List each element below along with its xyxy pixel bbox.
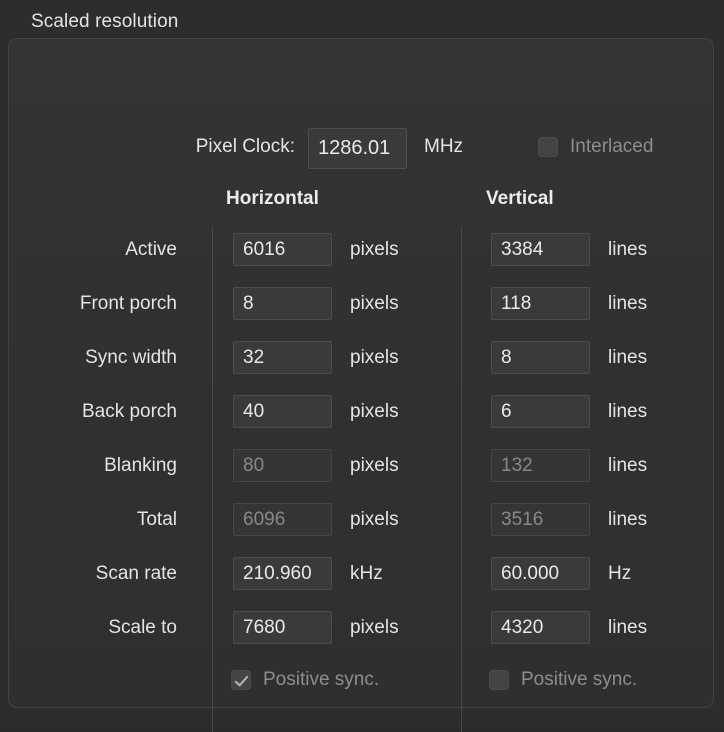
vertical-unit-label: lines bbox=[608, 293, 648, 314]
interlaced-checkbox-row[interactable]: Interlaced bbox=[538, 136, 653, 158]
interlaced-checkbox[interactable] bbox=[538, 137, 558, 157]
horizontal-value-input[interactable]: 210.960 bbox=[233, 557, 332, 590]
interlaced-label: Interlaced bbox=[570, 136, 654, 157]
horizontal-unit-label: pixels bbox=[350, 617, 399, 638]
horizontal-value-input[interactable]: 8 bbox=[233, 287, 332, 320]
horizontal-value-input[interactable]: 40 bbox=[233, 395, 332, 428]
vertical-unit-label: lines bbox=[608, 347, 648, 368]
vertical-unit-label: lines bbox=[608, 401, 648, 422]
vertical-value-input[interactable]: 60.000 bbox=[491, 557, 590, 590]
vertical-positive-sync-label: Positive sync. bbox=[521, 669, 638, 690]
horizontal-positive-sync-checkbox[interactable] bbox=[231, 670, 251, 690]
row-label: Active bbox=[125, 239, 177, 260]
horizontal-unit-label: pixels bbox=[350, 455, 399, 476]
vertical-value-input[interactable]: 3384 bbox=[491, 233, 590, 266]
row-label: Total bbox=[136, 509, 177, 530]
column-header-horizontal: Horizontal bbox=[226, 188, 319, 209]
horizontal-value-input[interactable]: 32 bbox=[233, 341, 332, 374]
vertical-value-input[interactable]: 8 bbox=[491, 341, 590, 374]
vertical-value-input[interactable]: 6 bbox=[491, 395, 590, 428]
vertical-unit-label: Hz bbox=[608, 563, 632, 584]
vertical-unit-label: lines bbox=[608, 455, 648, 476]
vertical-positive-sync-row[interactable]: Positive sync. bbox=[489, 669, 637, 691]
horizontal-positive-sync-row[interactable]: Positive sync. bbox=[231, 669, 379, 691]
horizontal-value-input: 80 bbox=[233, 449, 332, 482]
vertical-value-input: 3516 bbox=[491, 503, 590, 536]
horizontal-unit-label: kHz bbox=[350, 563, 383, 584]
vertical-value-input: 132 bbox=[491, 449, 590, 482]
horizontal-value-input: 6096 bbox=[233, 503, 332, 536]
vertical-positive-sync-checkbox[interactable] bbox=[489, 670, 509, 690]
horizontal-unit-label: pixels bbox=[350, 239, 399, 260]
horizontal-value-input[interactable]: 7680 bbox=[233, 611, 332, 644]
vertical-value-input[interactable]: 4320 bbox=[491, 611, 590, 644]
horizontal-unit-label: pixels bbox=[350, 347, 399, 368]
column-separator-horizontal bbox=[212, 226, 213, 732]
column-header-vertical: Vertical bbox=[486, 188, 554, 209]
row-label: Scan rate bbox=[95, 563, 177, 584]
horizontal-value-input[interactable]: 6016 bbox=[233, 233, 332, 266]
vertical-unit-label: lines bbox=[608, 617, 648, 638]
horizontal-unit-label: pixels bbox=[350, 401, 399, 422]
pixel-clock-unit: MHz bbox=[424, 136, 464, 157]
vertical-value-input[interactable]: 118 bbox=[491, 287, 590, 320]
row-label: Scale to bbox=[108, 617, 177, 638]
row-label: Back porch bbox=[81, 401, 177, 422]
page-title: Scaled resolution bbox=[31, 11, 179, 32]
pixel-clock-input[interactable]: 1286.01 bbox=[308, 128, 407, 169]
vertical-unit-label: lines bbox=[608, 509, 648, 530]
column-separator-vertical bbox=[461, 226, 462, 732]
horizontal-positive-sync-label: Positive sync. bbox=[263, 669, 380, 690]
row-label: Blanking bbox=[104, 455, 177, 476]
horizontal-unit-label: pixels bbox=[350, 293, 399, 314]
pixel-clock-label: Pixel Clock: bbox=[195, 136, 295, 157]
row-label: Front porch bbox=[79, 293, 177, 314]
horizontal-unit-label: pixels bbox=[350, 509, 399, 530]
row-label: Sync width bbox=[85, 347, 177, 368]
scaled-resolution-pane: Scaled resolution Pixel Clock: 1286.01 M… bbox=[0, 0, 724, 732]
vertical-unit-label: lines bbox=[608, 239, 648, 260]
